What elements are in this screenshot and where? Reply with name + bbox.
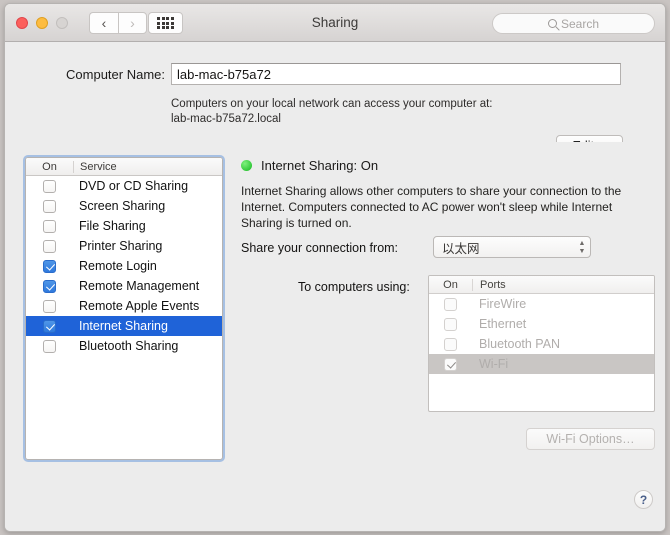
computer-name-hint-line2: lab-mac-b75a72.local: [171, 113, 281, 125]
service-label: Screen Sharing: [79, 199, 166, 213]
computer-name-hint: Computers on your local network can acce…: [171, 97, 551, 127]
service-row-bluetooth-sharing[interactable]: Bluetooth Sharing: [26, 336, 222, 356]
search-placeholder: Search: [560, 16, 600, 31]
port-row-firewire[interactable]: FireWire: [429, 294, 654, 314]
services-list[interactable]: On Service DVD or CD Sharing Screen Shar…: [23, 155, 225, 462]
service-row-file-sharing[interactable]: File Sharing: [26, 216, 222, 236]
service-checkbox-screen-sharing[interactable]: [43, 199, 56, 213]
port-row-ethernet[interactable]: Ethernet: [429, 314, 654, 334]
service-checkbox-dvd-or-cd-sharing[interactable]: [43, 179, 56, 193]
port-row-wi-fi[interactable]: Wi-Fi: [429, 354, 654, 374]
service-row-remote-apple-events[interactable]: Remote Apple Events: [26, 296, 222, 316]
service-checkbox-remote-login[interactable]: [43, 259, 56, 273]
ports-column-on: On: [443, 278, 458, 291]
search-icon: [547, 19, 557, 28]
ports-list[interactable]: On Ports FireWire Ethernet Bluetooth PAN…: [428, 275, 655, 412]
service-row-printer-sharing[interactable]: Printer Sharing: [26, 236, 222, 256]
service-row-remote-management[interactable]: Remote Management: [26, 276, 222, 296]
computer-name-section: Computer Name: Computers on your local n…: [5, 42, 665, 180]
service-label: Remote Management: [79, 279, 200, 293]
service-checkbox-remote-management[interactable]: [43, 279, 56, 293]
service-label: Remote Apple Events: [79, 299, 200, 313]
service-row-screen-sharing[interactable]: Screen Sharing: [26, 196, 222, 216]
to-computers-label: To computers using:: [298, 280, 410, 294]
window-titlebar: ‹ › Sharing Search: [5, 4, 665, 42]
share-from-label: Share your connection from:: [241, 241, 399, 255]
service-checkbox-printer-sharing[interactable]: [43, 239, 56, 253]
port-checkbox-wi-fi: [444, 357, 457, 371]
port-label: FireWire: [479, 297, 527, 311]
service-row-remote-login[interactable]: Remote Login: [26, 256, 222, 276]
services-column-on: On: [42, 160, 57, 173]
service-checkbox-bluetooth-sharing[interactable]: [43, 339, 56, 353]
sharing-preferences-window: ‹ › Sharing Search Computer Name: Comput…: [4, 3, 666, 532]
service-label: Internet Sharing: [79, 319, 168, 333]
service-checkbox-internet-sharing[interactable]: [43, 319, 56, 333]
share-from-dropdown[interactable]: 以太网 ▲ ▼: [433, 236, 591, 258]
service-status: Internet Sharing: On: [241, 158, 378, 173]
chevron-updown-icon: ▲ ▼: [578, 239, 586, 255]
service-label: DVD or CD Sharing: [79, 179, 189, 193]
port-label: Ethernet: [479, 317, 527, 331]
port-checkbox-firewire: [444, 297, 457, 311]
sharing-content-pane: On Service DVD or CD Sharing Screen Shar…: [5, 142, 665, 531]
share-from-value: 以太网: [442, 241, 480, 256]
services-column-name: Service: [73, 160, 222, 173]
help-button[interactable]: ?: [634, 490, 653, 509]
service-checkbox-file-sharing[interactable]: [43, 219, 56, 233]
service-description: Internet Sharing allows other computers …: [241, 184, 622, 230]
search-field[interactable]: Search: [492, 13, 655, 34]
ports-list-header: On Ports: [429, 276, 654, 294]
service-label: Remote Login: [79, 259, 157, 273]
port-checkbox-bluetooth-pan: [444, 337, 457, 351]
computer-name-input[interactable]: [171, 63, 621, 85]
service-label: File Sharing: [79, 219, 146, 233]
wifi-options-button: Wi-Fi Options…: [526, 428, 655, 450]
computer-name-hint-line1: Computers on your local network can acce…: [171, 98, 493, 110]
service-label: Printer Sharing: [79, 239, 163, 253]
status-badge: Internet Sharing: On: [261, 158, 379, 173]
port-row-bluetooth-pan[interactable]: Bluetooth PAN: [429, 334, 654, 354]
status-indicator-icon: [241, 160, 252, 171]
port-label: Wi-Fi: [479, 357, 509, 371]
services-list-header: On Service: [26, 158, 222, 176]
computer-name-label: Computer Name:: [66, 67, 165, 82]
service-row-dvd-or-cd-sharing[interactable]: DVD or CD Sharing: [26, 176, 222, 196]
port-label: Bluetooth PAN: [479, 337, 561, 351]
service-label: Bluetooth Sharing: [79, 339, 179, 353]
ports-column-name: Ports: [472, 278, 654, 291]
service-checkbox-remote-apple-events[interactable]: [43, 299, 56, 313]
port-checkbox-ethernet: [444, 317, 457, 331]
service-row-internet-sharing[interactable]: Internet Sharing: [26, 316, 222, 336]
